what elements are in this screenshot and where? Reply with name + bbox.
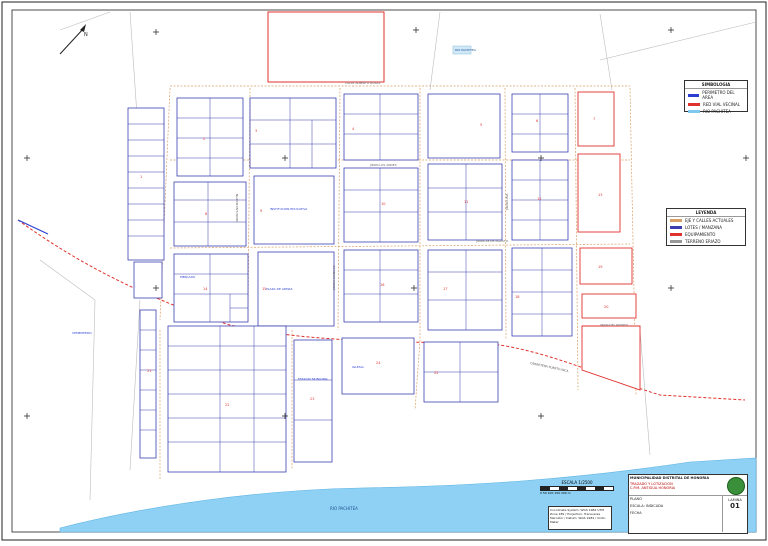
svg-text:7: 7 xyxy=(593,117,595,121)
general-legend-title: LEYENDA xyxy=(667,209,745,217)
legend-label: EJE Y CALLES ACTUALES xyxy=(685,218,734,223)
svg-text:18: 18 xyxy=(515,295,519,299)
sheet-number: 01 xyxy=(730,502,740,510)
place-name: C.P.M. ANTIGUA HONORIA xyxy=(630,486,676,490)
symbology-item: RIO PACHITEA xyxy=(685,108,747,115)
equipment-lot-north xyxy=(267,11,385,83)
legend-label: EQUIPAMIENTO xyxy=(685,232,716,237)
legend-swatch xyxy=(670,226,682,229)
symbology-label: RIO PACHITEA xyxy=(703,109,731,114)
map-canvas: RIO PACHITEA RIO PACHITEA CARRETERA PUER… xyxy=(1,1,767,541)
svg-text:N: N xyxy=(84,32,88,38)
date-label: FECHA xyxy=(630,511,642,515)
institution-name: MUNICIPALIDAD DISTRITAL DE HONORIA xyxy=(630,476,710,480)
svg-text:8: 8 xyxy=(205,212,207,216)
symbology-item: PERIMETRO DEL AREA xyxy=(685,89,747,101)
svg-text:13: 13 xyxy=(598,193,602,197)
symbology-swatch xyxy=(688,93,700,97)
legend-item: TERRENO ERIAZO xyxy=(667,238,745,245)
svg-text:1: 1 xyxy=(140,175,142,179)
map-sheet: RIO PACHITEA RIO PACHITEA CARRETERA PUER… xyxy=(0,0,768,542)
svg-text:INSTITUCION EDUCATIVA: INSTITUCION EDUCATIVA xyxy=(270,207,308,211)
svg-text:ESTADIO MUNICIPAL: ESTADIO MUNICIPAL xyxy=(298,377,329,381)
svg-text:3: 3 xyxy=(255,129,257,133)
title-block: MUNICIPALIDAD DISTRITAL DE HONORIA TRAZA… xyxy=(628,474,748,534)
symbology-swatch xyxy=(688,110,700,113)
svg-text:CEMENTERIO: CEMENTERIO xyxy=(72,331,92,335)
legend-item: LOTES / MANZANA xyxy=(667,224,745,231)
scale-label: ESCALA 1/2500 xyxy=(561,480,593,485)
svg-text:19: 19 xyxy=(598,265,602,269)
lagoon-label: RIO PACHITEA xyxy=(455,48,477,52)
svg-text:20: 20 xyxy=(604,305,608,309)
svg-text:CALLE ALBERTO ROSAS: CALLE ALBERTO ROSAS xyxy=(345,81,380,85)
city-blocks xyxy=(127,93,573,473)
svg-text:17: 17 xyxy=(443,287,447,291)
symbology-label: PERIMETRO DEL AREA xyxy=(702,90,735,100)
scale-bar: ESCALA 1/2500 0 50 100 150 200 m xyxy=(540,480,614,495)
svg-text:12: 12 xyxy=(537,197,541,201)
svg-text:21: 21 xyxy=(147,369,151,373)
road-label: CARRETERA PUERTO INCA xyxy=(530,361,570,373)
scale-ticks: 0 50 100 150 200 m xyxy=(540,491,571,495)
svg-text:22: 22 xyxy=(225,403,229,407)
svg-text:IGLESIA: IGLESIA xyxy=(352,365,365,369)
svg-text:24: 24 xyxy=(376,361,381,365)
svg-text:JIRON SAN MARTIN: JIRON SAN MARTIN xyxy=(235,194,239,223)
svg-text:MERCADO: MERCADO xyxy=(180,275,196,279)
svg-text:JIRON 28 DE AGOSTO: JIRON 28 DE AGOSTO xyxy=(475,239,509,243)
svg-text:14: 14 xyxy=(203,287,208,291)
projection-note: Coordinate System: WGS 1984 UTM Zone 18S… xyxy=(548,506,612,530)
svg-text:9: 9 xyxy=(260,209,262,213)
legend-label: TERRENO ERIAZO xyxy=(685,239,721,244)
svg-text:23: 23 xyxy=(310,397,314,401)
symbology-legend: SIMBOLOGIA PERIMETRO DEL AREA RED VIAL VE… xyxy=(684,80,748,115)
svg-text:5: 5 xyxy=(480,123,482,127)
svg-text:JIRON DEL PUERTO: JIRON DEL PUERTO xyxy=(599,323,629,327)
legend-item: EJE Y CALLES ACTUALES xyxy=(667,217,745,224)
legend-swatch xyxy=(670,240,682,243)
symbology-item: RED VIAL VECINAL xyxy=(685,101,747,108)
svg-text:JIRON HUANUCO: JIRON HUANUCO xyxy=(332,265,336,291)
svg-text:11: 11 xyxy=(464,200,468,204)
symbology-swatch xyxy=(688,103,700,106)
symbology-label: RED VIAL VECINAL xyxy=(703,102,741,107)
svg-text:2: 2 xyxy=(203,137,205,141)
svg-text:JIRON LOS ANDES: JIRON LOS ANDES xyxy=(369,163,397,167)
road-start-marker xyxy=(17,219,49,235)
legend-swatch xyxy=(670,219,682,222)
legend-label: LOTES / MANZANA xyxy=(685,225,723,230)
general-legend: LEYENDA EJE Y CALLES ACTUALES LOTES / MAN… xyxy=(666,208,746,246)
legend-swatch xyxy=(670,233,682,236)
river-label: RIO PACHITEA xyxy=(330,506,358,511)
svg-text:16: 16 xyxy=(380,283,384,287)
svg-text:JIRON LIMA: JIRON LIMA xyxy=(505,192,509,211)
svg-text:6: 6 xyxy=(536,119,538,123)
legend-item: EQUIPAMIENTO xyxy=(667,231,745,238)
equipment-blocks xyxy=(577,91,641,391)
scale-note: ESCALA: INDICADA xyxy=(630,504,664,508)
svg-text:25: 25 xyxy=(434,371,438,375)
svg-text:PLAZA DE ARMAS: PLAZA DE ARMAS xyxy=(266,287,293,291)
symbology-title: SIMBOLOGIA xyxy=(685,81,747,89)
plan-label: PLANO xyxy=(630,497,642,501)
regional-logo-icon xyxy=(727,477,745,495)
svg-text:10: 10 xyxy=(381,202,385,206)
